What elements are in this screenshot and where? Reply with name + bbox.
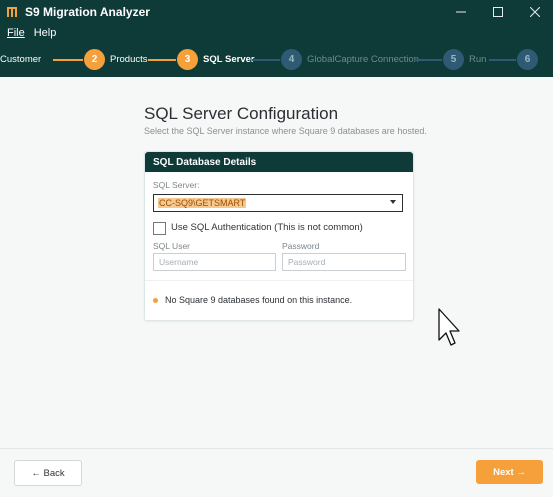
sql-user-input[interactable]: Username [153,253,276,271]
minimize-button[interactable] [442,0,479,24]
step-label-run[interactable]: Run [469,54,486,65]
no-databases-warning: No Square 9 databases found on this inst… [153,295,352,305]
menu-file[interactable]: File [7,27,25,39]
step-connector [148,59,176,61]
step-label-sql-server[interactable]: SQL Server [203,54,255,65]
step-circle-5[interactable]: 5 [443,49,464,70]
footer-divider [0,448,553,449]
step-label-customer[interactable]: Customer [0,54,41,65]
password-input[interactable]: Password [282,253,406,271]
window-title: S9 Migration Analyzer [25,5,150,19]
sql-database-details-card: SQL Database Details SQL Server: CC-SQ9\… [144,151,414,321]
sql-server-select[interactable]: CC-SQ9\GETSMART [153,194,403,212]
next-button[interactable]: Next → [476,460,543,484]
step-label-globalcapture-connection[interactable]: GlobalCapture Connection [307,54,419,65]
sql-auth-checkbox[interactable] [153,222,166,235]
page-title: SQL Server Configuration [144,104,339,123]
step-connector [252,59,280,61]
sql-user-label: SQL User [153,241,191,251]
step-connector [53,59,83,61]
app-logo-icon [5,5,19,19]
back-button[interactable]: ← Back [14,460,82,486]
step-circle-6[interactable]: 6 [517,49,538,70]
wizard-stepper: Customer 2 Products 3 SQL Server 4 Globa… [0,42,553,77]
step-circle-2[interactable]: 2 [84,49,105,70]
title-bar: S9 Migration Analyzer [0,0,553,24]
sql-server-label: SQL Server: [153,180,200,190]
chevron-down-icon[interactable] [390,200,396,204]
step-connector [414,59,442,61]
step-circle-3[interactable]: 3 [177,49,198,70]
sql-server-value: CC-SQ9\GETSMART [158,198,247,208]
card-header: SQL Database Details [145,152,413,172]
step-circle-4[interactable]: 4 [281,49,302,70]
menu-bar: File Help [0,24,553,42]
warning-text: No Square 9 databases found on this inst… [165,295,353,305]
sql-auth-label[interactable]: Use SQL Authentication (This is not comm… [171,222,363,233]
close-button[interactable] [516,0,553,24]
step-label-products[interactable]: Products [110,54,148,65]
warning-dot-icon [153,297,158,303]
maximize-button[interactable] [479,0,516,24]
step-connector [489,59,516,61]
app-window: S9 Migration Analyzer File Help Customer… [0,0,553,497]
mouse-cursor-icon [438,308,460,353]
menu-help[interactable]: Help [34,27,57,39]
page-subtitle: Select the SQL Server instance where Squ… [144,126,427,136]
password-label: Password [282,241,320,251]
divider [145,280,413,281]
